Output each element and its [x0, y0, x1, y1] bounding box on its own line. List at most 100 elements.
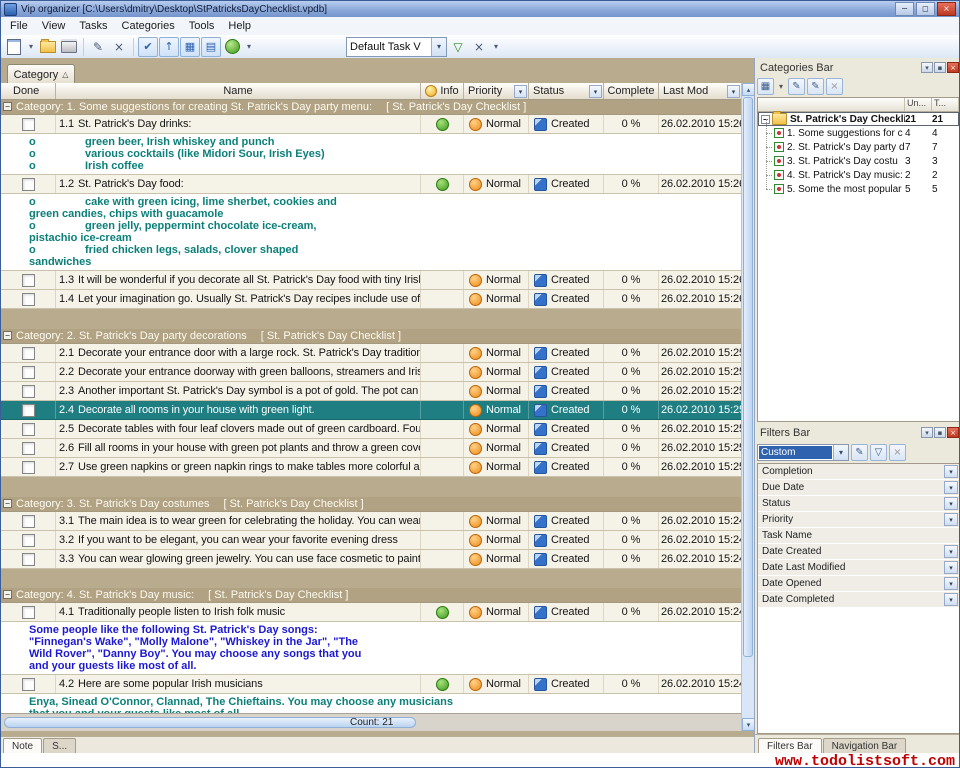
open-file-icon[interactable] [38, 37, 58, 57]
task-row[interactable]: 1.1St. Patrick's Day drinks:NormalCreate… [1, 115, 741, 134]
filter-row[interactable]: Due Date▾ [758, 480, 959, 496]
minimize-button[interactable]: − [895, 2, 914, 16]
category-header-row[interactable]: −Category: 4. St. Patrick's Day music:[ … [1, 588, 741, 603]
menu-item-help[interactable]: Help [221, 18, 258, 34]
categories-pin-icon[interactable]: ▪ [934, 62, 946, 73]
collapse-icon[interactable]: − [3, 102, 12, 111]
column-header-complete[interactable]: Complete [604, 83, 659, 99]
filter-dropdown-icon[interactable]: ▾ [944, 545, 958, 558]
category-view-icon[interactable]: ▦ [757, 78, 774, 95]
filters-pin-icon[interactable]: ▪ [934, 427, 946, 438]
task-checkbox[interactable] [22, 423, 35, 436]
filter-dropdown-icon[interactable]: ▾ [944, 577, 958, 590]
category-header-row[interactable]: −Category: 1. Some suggestions for creat… [1, 100, 741, 115]
task-row[interactable]: 2.4Decorate all rooms in your house with… [1, 401, 741, 420]
last-modified-filter-dropdown-icon[interactable]: ▾ [727, 85, 740, 98]
complete-task-button[interactable]: ✔ [138, 37, 158, 57]
task-checkbox[interactable] [22, 515, 35, 528]
task-checkbox[interactable] [22, 293, 35, 306]
task-checkbox[interactable] [22, 404, 35, 417]
tab-filters-bar[interactable]: Filters Bar [758, 738, 822, 753]
task-checkbox[interactable] [22, 385, 35, 398]
task-checkbox[interactable] [22, 118, 35, 131]
delete-task-icon[interactable]: × [109, 37, 129, 57]
task-checkbox[interactable] [22, 606, 35, 619]
filter-row[interactable]: Date Last Modified▾ [758, 560, 959, 576]
task-checkbox[interactable] [22, 178, 35, 191]
filter-row[interactable]: Priority▾ [758, 512, 959, 528]
filter-dropdown-icon[interactable]: ▾ [944, 593, 958, 606]
collapse-icon[interactable]: − [3, 590, 12, 599]
collapse-icon[interactable]: − [3, 499, 12, 508]
delete-category-icon[interactable]: × [826, 78, 843, 95]
filter-row[interactable]: Date Opened▾ [758, 576, 959, 592]
tab-navigation-bar[interactable]: Navigation Bar [823, 738, 907, 753]
filters-close-icon[interactable]: × [947, 427, 959, 438]
filter-preset-combo[interactable]: Custom ▾ [757, 444, 849, 461]
filter-row[interactable]: Status▾ [758, 496, 959, 512]
task-row[interactable]: 4.1Traditionally people listen to Irish … [1, 603, 741, 622]
task-row[interactable]: 3.2If you want to be elegant, you can we… [1, 531, 741, 550]
tree-category-item[interactable]: 5. Some the most popular55 [758, 182, 959, 196]
filter-row[interactable]: Task Name [758, 528, 959, 544]
clear-filter-icon[interactable]: × [469, 37, 489, 57]
filter-row[interactable]: Completion▾ [758, 464, 959, 480]
task-row[interactable]: 2.7Use green napkins or green napkin rin… [1, 458, 741, 477]
task-checkbox[interactable] [22, 366, 35, 379]
tree-category-item[interactable]: 2. St. Patrick's Day party d77 [758, 140, 959, 154]
list-view-button[interactable]: ▤ [201, 37, 221, 57]
task-row[interactable]: 2.6Fill all rooms in your house with gre… [1, 439, 741, 458]
maximize-button[interactable]: ◻ [916, 2, 935, 16]
status-filter-dropdown-icon[interactable]: ▾ [589, 85, 602, 98]
title-bar[interactable]: Vip organizer [C:\Users\dmitry\Desktop\S… [1, 1, 959, 17]
column-header-name[interactable]: Name [56, 83, 421, 99]
filter-dropdown-icon[interactable]: ▾ [944, 497, 958, 510]
reset-filter-icon[interactable]: ▽ [870, 444, 887, 461]
task-row[interactable]: 2.1Decorate your entrance door with a la… [1, 344, 741, 363]
task-row[interactable]: 2.5Decorate tables with four leaf clover… [1, 420, 741, 439]
tree-category-item[interactable]: 4. St. Patrick's Day music:22 [758, 168, 959, 182]
categories-menu-icon[interactable]: ▾ [921, 62, 933, 73]
filter-dropdown-icon[interactable]: ▾ [490, 37, 502, 57]
task-row[interactable]: 1.4Let your imagination go. Usually St. … [1, 290, 741, 309]
category-view-dropdown-icon[interactable]: ▾ [776, 78, 786, 95]
grid-view-button[interactable]: ▦ [180, 37, 200, 57]
task-row[interactable]: 1.2St. Patrick's Day food:NormalCreated0… [1, 175, 741, 194]
group-by-tab[interactable]: Category △ [7, 64, 75, 84]
tab-subtasks[interactable]: S... [43, 738, 76, 753]
filters-menu-icon[interactable]: ▾ [921, 427, 933, 438]
task-checkbox[interactable] [22, 553, 35, 566]
column-header-done[interactable]: Done [1, 83, 56, 99]
sync-dropdown-icon[interactable]: ▾ [243, 37, 255, 57]
priority-up-button[interactable]: ↑ [159, 37, 179, 57]
filter-dropdown-icon[interactable]: ▾ [944, 513, 958, 526]
task-checkbox[interactable] [22, 534, 35, 547]
filter-dropdown-icon[interactable]: ▾ [944, 465, 958, 478]
task-checkbox[interactable] [22, 678, 35, 691]
edit-filter-icon[interactable]: ✎ [851, 444, 868, 461]
filter-icon[interactable]: ▽ [448, 37, 468, 57]
tab-note[interactable]: Note [3, 738, 42, 753]
close-button[interactable]: × [937, 2, 956, 16]
task-row[interactable]: 2.2Decorate your entrance doorway with g… [1, 363, 741, 382]
task-checkbox[interactable] [22, 461, 35, 474]
filter-preset-dropdown-icon[interactable]: ▾ [833, 445, 848, 460]
column-header-info[interactable]: Info [421, 83, 464, 99]
column-header-last-modified[interactable]: Last Mod ▾ [659, 83, 741, 99]
new-task-icon[interactable] [4, 37, 24, 57]
tree-column-undone[interactable]: Un... [905, 98, 932, 111]
task-row[interactable]: 1.3It will be wonderful if you decorate … [1, 271, 741, 290]
edit-category-icon[interactable]: ✎ [807, 78, 824, 95]
menu-item-tasks[interactable]: Tasks [72, 18, 114, 34]
tree-column-total[interactable]: T... [932, 98, 959, 111]
sync-button[interactable] [222, 37, 242, 57]
tree-category-item[interactable]: 3. St. Patrick's Day costu33 [758, 154, 959, 168]
task-checkbox[interactable] [22, 274, 35, 287]
menu-item-view[interactable]: View [35, 18, 73, 34]
add-category-icon[interactable]: ✎ [788, 78, 805, 95]
filter-dropdown-icon[interactable]: ▾ [944, 481, 958, 494]
menu-item-file[interactable]: File [3, 18, 35, 34]
task-row[interactable]: 3.1The main idea is to wear green for ce… [1, 512, 741, 531]
categories-close-icon[interactable]: × [947, 62, 959, 73]
task-view-dropdown-icon[interactable]: ▾ [431, 38, 446, 56]
